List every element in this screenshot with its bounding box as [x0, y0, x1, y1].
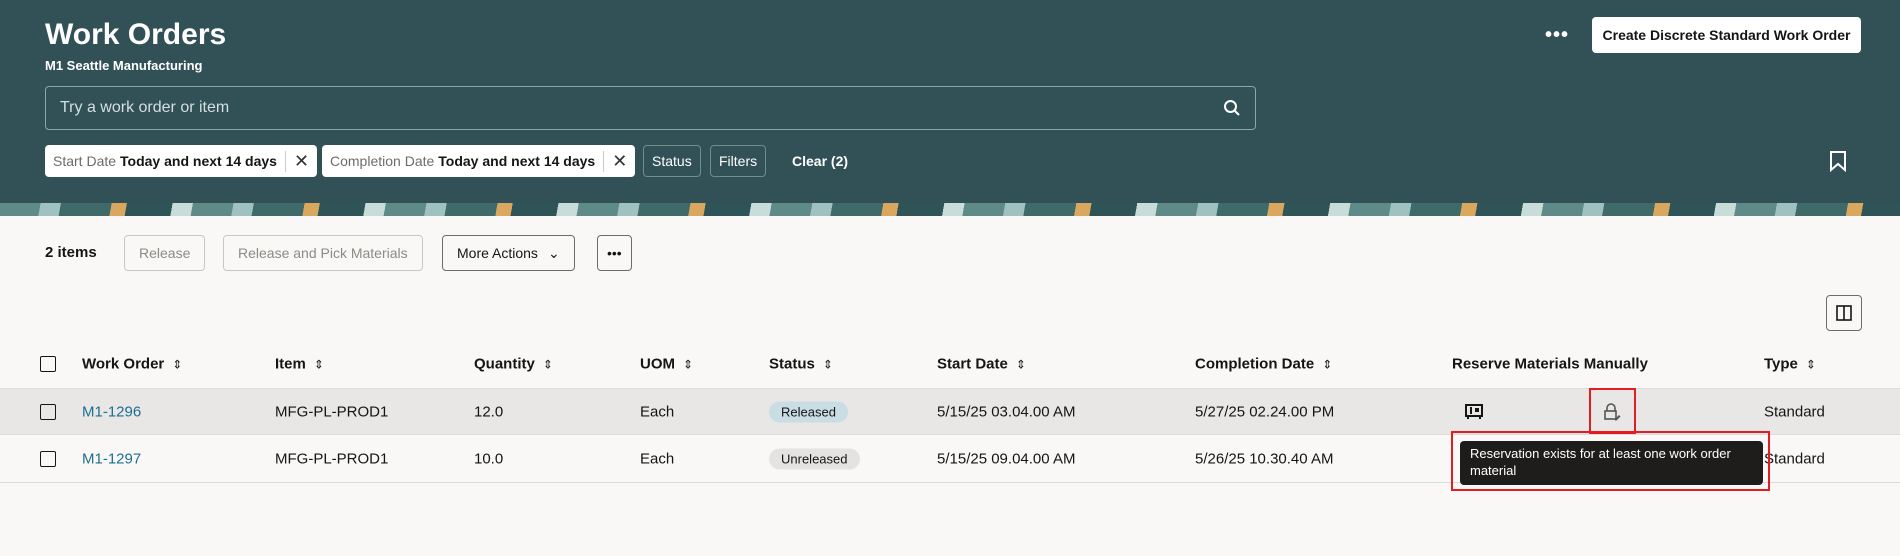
- sort-icon: ⇕: [313, 357, 324, 372]
- column-header-work-order[interactable]: Work Order ⇕: [82, 356, 182, 373]
- more-actions-button[interactable]: More Actions ⌄: [442, 235, 575, 271]
- page-header: Work Orders M1 Seattle Manufacturing Try…: [0, 0, 1900, 203]
- quantity-cell: 10.0: [474, 450, 504, 467]
- chip-label: Start Date: [53, 153, 117, 169]
- chip-value: Today and next 14 days: [120, 153, 277, 169]
- completion-date-cell: 5/27/25 02.24.00 PM: [1195, 403, 1335, 420]
- column-header-uom[interactable]: UOM ⇕: [640, 356, 693, 373]
- page-subtitle: M1 Seattle Manufacturing: [45, 58, 203, 73]
- chip-label: Completion Date: [330, 153, 435, 169]
- item-cell: MFG-PL-PROD1: [275, 450, 389, 467]
- sort-icon: ⇕: [822, 357, 833, 372]
- column-header-quantity[interactable]: Quantity ⇕: [474, 356, 553, 373]
- search-placeholder: Try a work order or item: [60, 99, 230, 116]
- start-date-cell: 5/15/25 09.04.00 AM: [937, 450, 1076, 467]
- release-button[interactable]: Release: [124, 235, 206, 271]
- sort-icon: ⇕: [1015, 357, 1026, 372]
- more-options-button[interactable]: •••: [1545, 24, 1569, 47]
- close-icon[interactable]: ✕: [284, 150, 309, 172]
- sort-icon: ⇕: [172, 357, 183, 372]
- release-pick-materials-button[interactable]: Release and Pick Materials: [223, 235, 423, 271]
- chip-value: Today and next 14 days: [438, 153, 596, 169]
- type-cell: Standard: [1764, 450, 1825, 467]
- status-badge: Unreleased: [769, 448, 860, 469]
- table-header: Work Order ⇕ Item ⇕ Quantity ⇕ UOM ⇕ Status ⇕…: [0, 340, 1900, 388]
- filter-chip-completion-date[interactable]: Completion Date Today and next 14 days ✕: [322, 145, 636, 177]
- completion-date-cell: 5/26/25 10.30.40 AM: [1195, 450, 1334, 467]
- decorative-banner: [0, 203, 1900, 216]
- column-header-start-date[interactable]: Start Date ⇕: [937, 356, 1026, 373]
- column-header-type[interactable]: Type ⇕: [1764, 356, 1816, 373]
- filter-chip-start-date[interactable]: Start Date Today and next 14 days ✕: [45, 145, 318, 177]
- filters-button[interactable]: Filters: [710, 145, 767, 177]
- chevron-down-icon: ⌄: [547, 244, 560, 261]
- more-actions-label: More Actions: [457, 245, 538, 261]
- column-header-status[interactable]: Status ⇕: [769, 356, 833, 373]
- create-work-order-button[interactable]: Create Discrete Standard Work Order: [1592, 17, 1861, 53]
- highlight-box: [1451, 431, 1770, 491]
- work-order-link[interactable]: M1-1297: [82, 450, 141, 467]
- sort-icon: ⇕: [1805, 357, 1816, 372]
- sort-icon: ⇕: [1322, 357, 1333, 372]
- highlight-box: [1589, 388, 1636, 434]
- page-title: Work Orders: [45, 18, 227, 51]
- sort-icon: ⇕: [683, 357, 694, 372]
- column-layout-button[interactable]: [1826, 295, 1862, 331]
- uom-cell: Each: [640, 403, 675, 420]
- row-checkbox[interactable]: [40, 403, 56, 420]
- panel-icon: [1836, 305, 1852, 321]
- quantity-cell: 12.0: [474, 403, 504, 420]
- work-order-link[interactable]: M1-1296: [82, 403, 141, 420]
- search-icon[interactable]: [1223, 99, 1241, 117]
- uom-cell: Each: [640, 450, 675, 467]
- reserve-materials-icon[interactable]: [1465, 403, 1483, 420]
- status-badge: Released: [769, 401, 848, 422]
- start-date-cell: 5/15/25 03.04.00 AM: [937, 403, 1076, 420]
- search-input[interactable]: Try a work order or item: [45, 86, 1256, 130]
- column-header-completion-date[interactable]: Completion Date ⇕: [1195, 356, 1332, 373]
- close-icon[interactable]: ✕: [603, 150, 627, 172]
- item-cell: MFG-PL-PROD1: [275, 403, 389, 420]
- type-cell: Standard: [1764, 403, 1825, 420]
- sort-icon: ⇕: [542, 357, 553, 372]
- status-filter-button[interactable]: Status: [643, 145, 701, 177]
- bookmark-icon[interactable]: [1829, 150, 1847, 172]
- column-header-item[interactable]: Item ⇕: [275, 356, 324, 373]
- clear-filters-button[interactable]: Clear (2): [792, 145, 848, 177]
- select-all-checkbox[interactable]: [40, 356, 56, 372]
- item-count: 2 items: [45, 244, 97, 261]
- overflow-button[interactable]: •••: [597, 235, 632, 271]
- row-checkbox[interactable]: [40, 450, 56, 467]
- column-header-reserve-materials: Reserve Materials Manually: [1452, 355, 1648, 373]
